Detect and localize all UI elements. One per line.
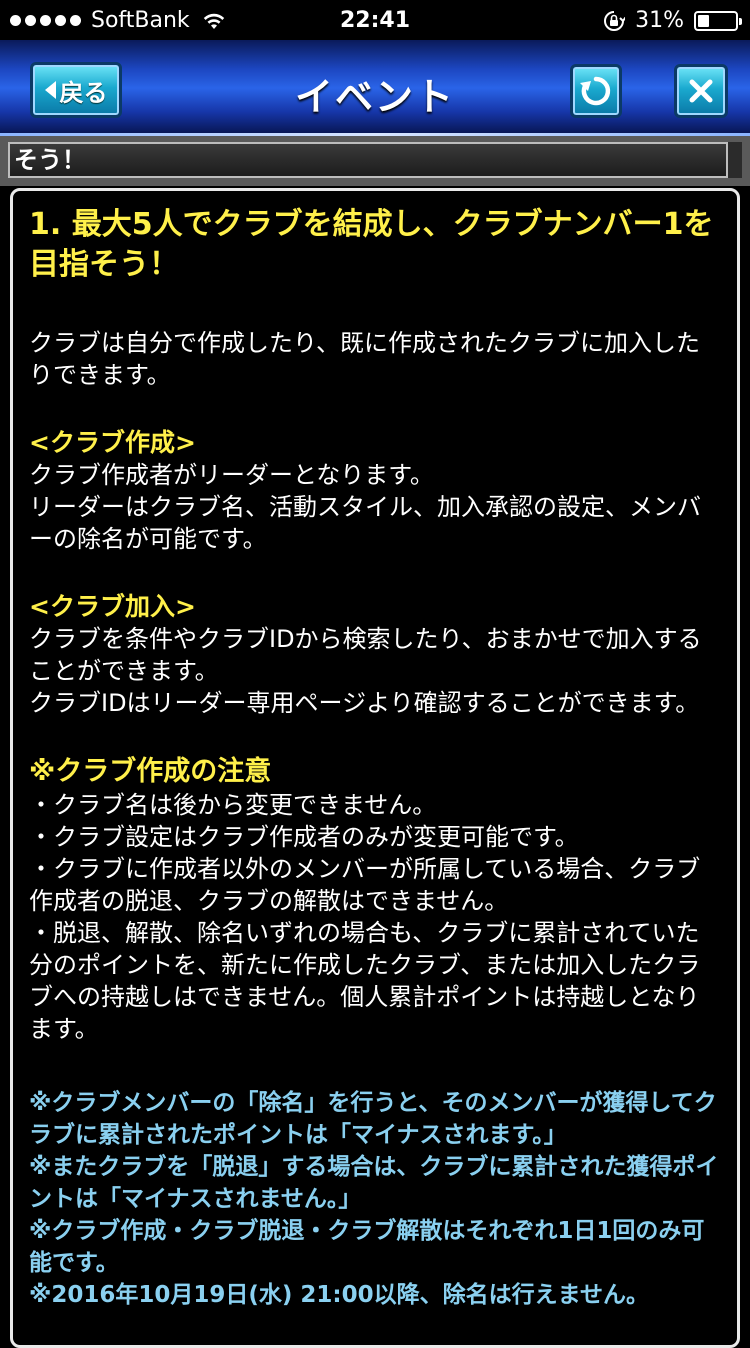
note-item: ・クラブ設定はクラブ作成者のみが変更可能です。: [29, 823, 579, 851]
battery-level: [698, 14, 709, 27]
reload-button[interactable]: [570, 64, 622, 118]
club-join-line: クラブIDはリーダー専用ページより確認することができます。: [29, 689, 700, 717]
ticker-text: そう！: [8, 142, 742, 178]
close-button[interactable]: [674, 64, 728, 118]
warning-note: ※またクラブを「脱退」する場合は、クラブに累計された獲得ポイントは「マイナスされ…: [29, 1154, 719, 1212]
page-title: イベント: [294, 75, 455, 119]
nav-bar: 戻る イベント: [0, 40, 750, 136]
club-create-line: リーダーはクラブ名、活動スタイル、加入承認の設定、メンバーの除名が可能です。: [29, 493, 701, 553]
notes-heading: ※クラブ作成の注意: [29, 756, 272, 787]
event-info-panel[interactable]: 1. 最大5人でクラブを結成し、クラブナンバー1を目指そう！ クラブは自分で作成…: [10, 188, 740, 1348]
reload-icon: [580, 76, 611, 106]
battery-percent: 31%: [635, 8, 684, 33]
warning-note: ※クラブ作成・クラブ脱退・クラブ解散はそれぞれ1日1回のみ可能です。: [29, 1218, 705, 1276]
close-icon: [689, 79, 713, 103]
status-bar: SoftBank 22:41 31%: [0, 0, 750, 40]
club-create-line: クラブ作成者がリーダーとなります。: [29, 461, 434, 489]
battery-icon: [694, 10, 742, 31]
warning-note: ※クラブメンバーの「除名」を行うと、そのメンバーが獲得してクラブに累計されたポイ…: [29, 1090, 717, 1148]
ticker-end-cap: [726, 142, 742, 178]
warning-note: ※2016年10月19日(水) 21:00以降、除名は行えません。: [29, 1282, 649, 1308]
club-create-heading: <クラブ作成>: [29, 428, 196, 457]
status-right: 31%: [603, 8, 742, 33]
section-heading: 1. 最大5人でクラブを結成し、クラブナンバー1を目指そう！: [29, 207, 714, 282]
note-item: ・クラブに作成者以外のメンバーが所属している場合、クラブ作成者の脱退、クラブの解…: [29, 855, 701, 915]
note-item: ・クラブ名は後から変更できません。: [29, 791, 437, 819]
rotation-lock-icon: [604, 10, 626, 31]
news-ticker: そう！: [0, 136, 750, 186]
intro-text: クラブは自分で作成したり、既に作成されたクラブに加入したりできます。: [29, 329, 701, 389]
club-join-heading: <クラブ加入>: [29, 592, 196, 621]
note-item: ・脱退、解散、除名いずれの場合も、クラブに累計されていた分のポイントを、新たに作…: [29, 919, 701, 1043]
club-join-line: クラブを条件やクラブIDから検索したり、おまかせで加入することができます。: [29, 625, 702, 685]
